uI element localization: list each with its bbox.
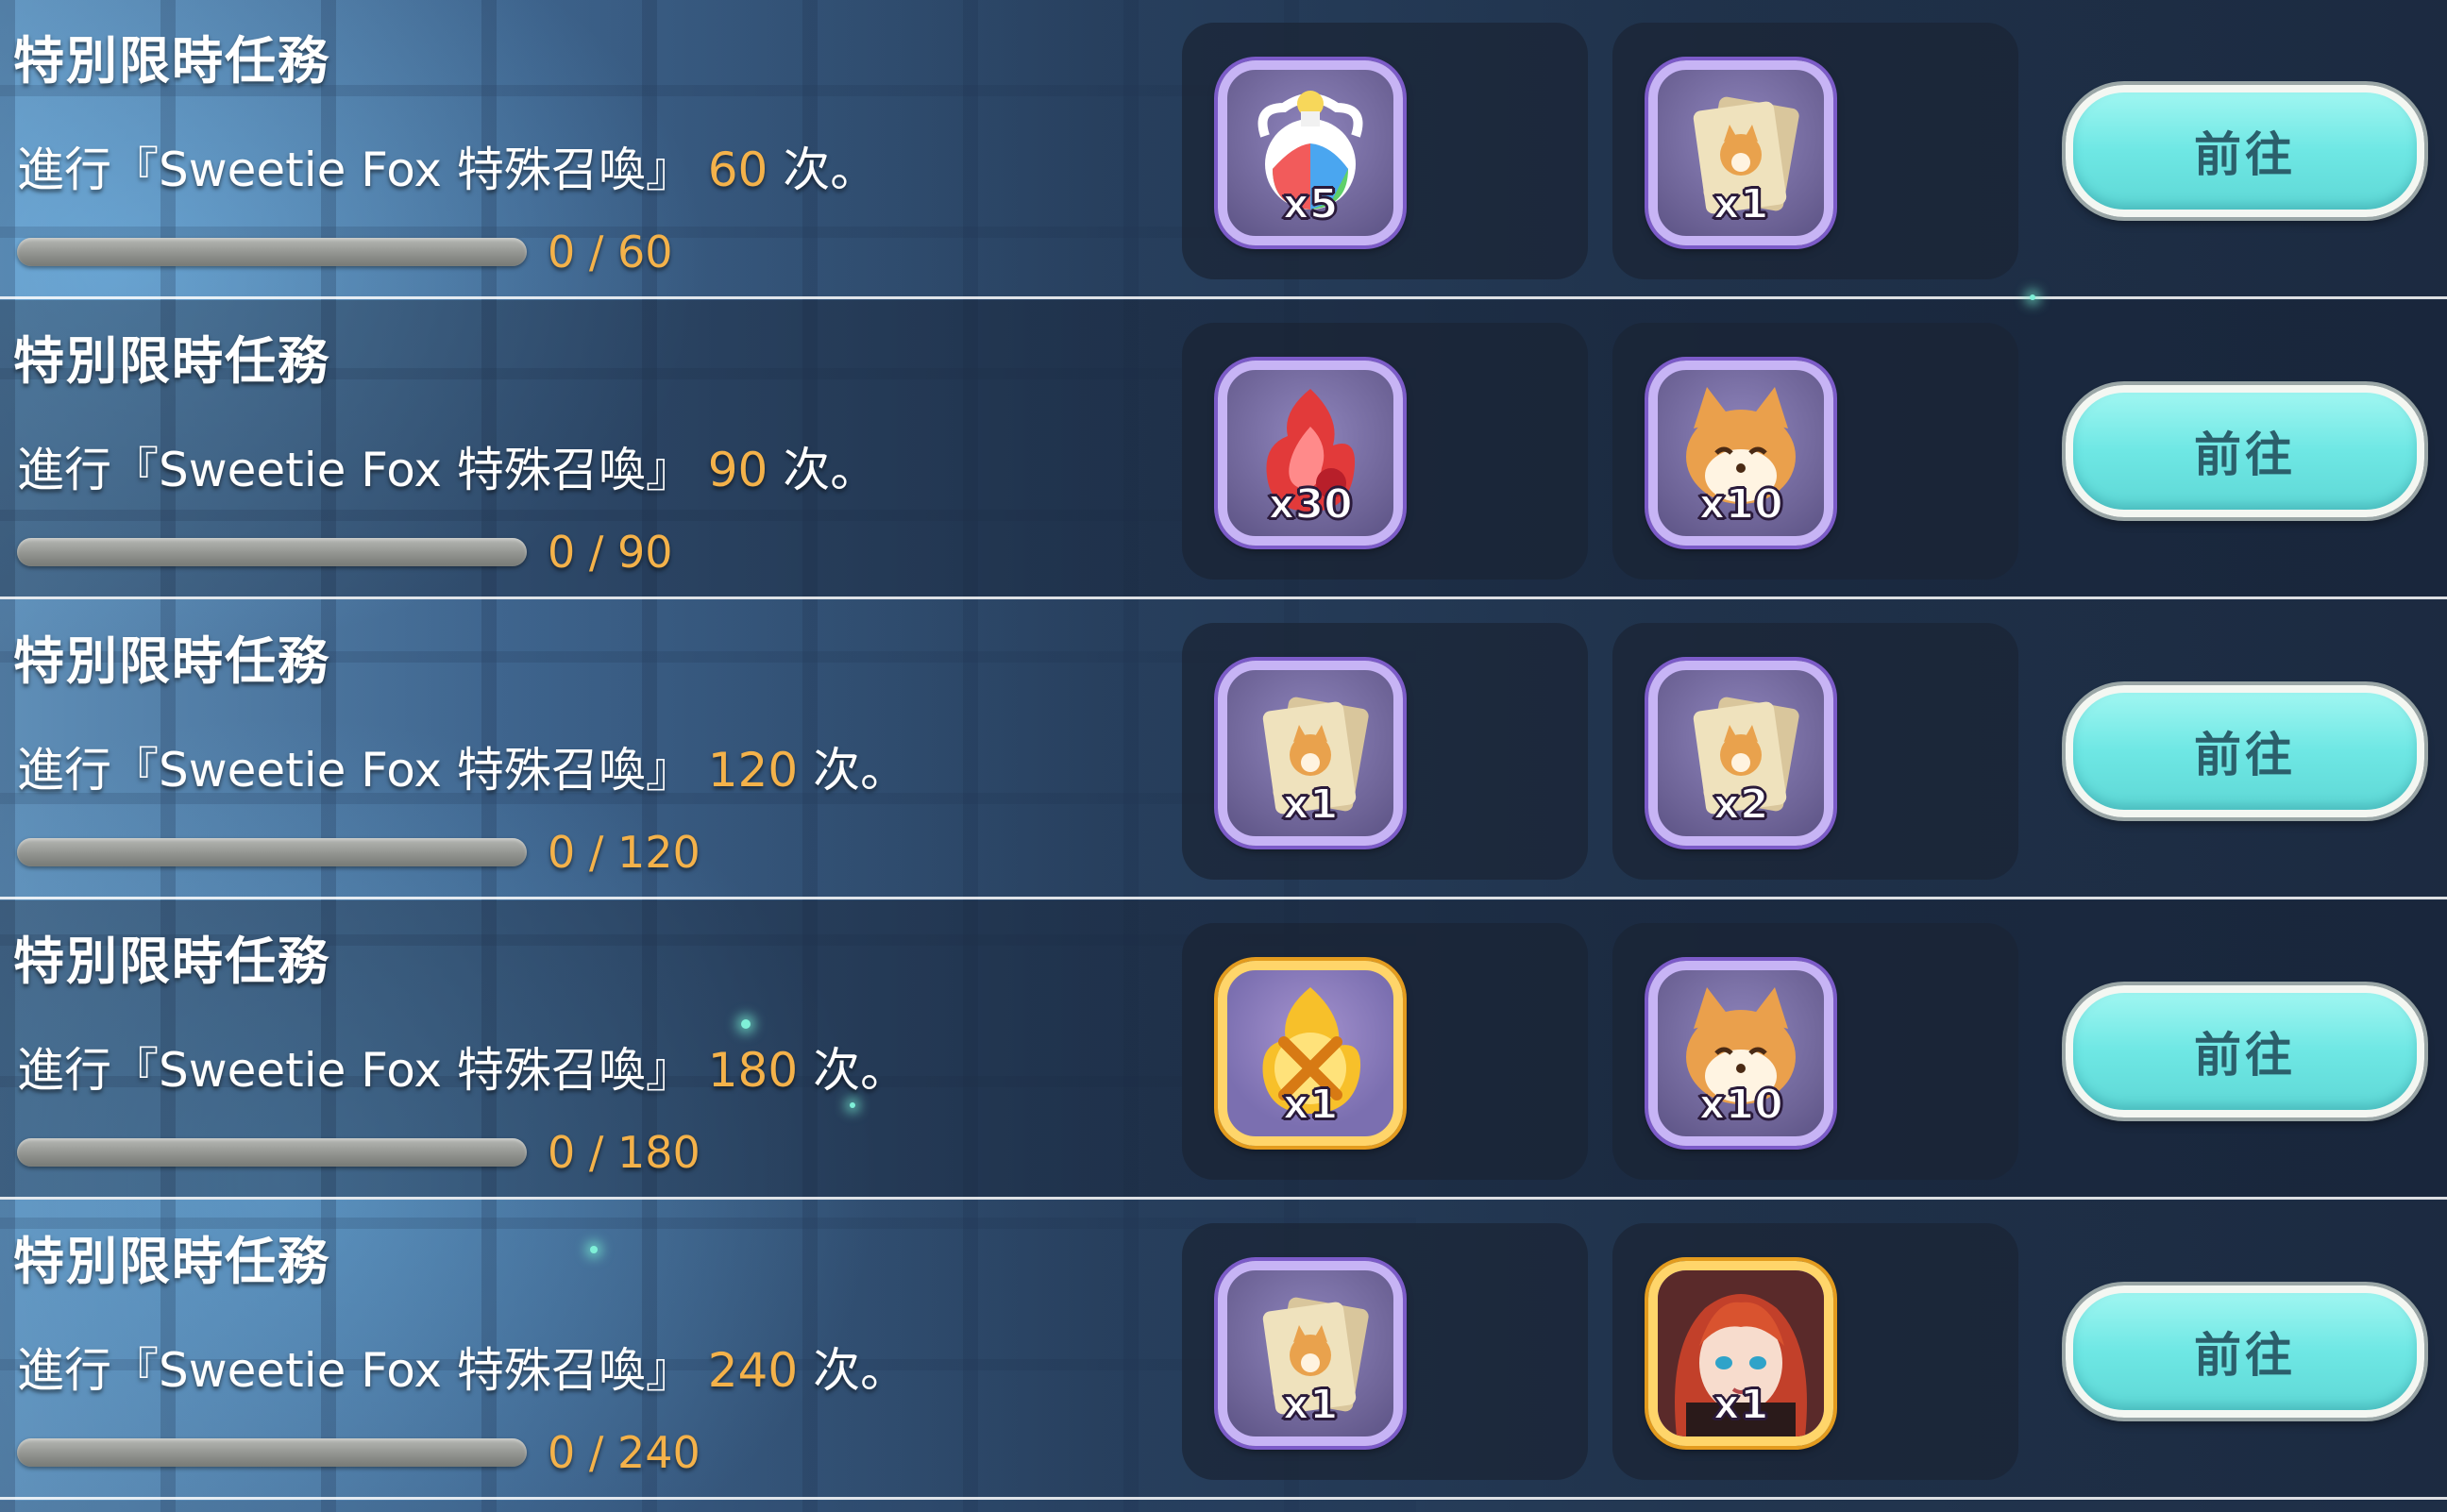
reward-slot-2: x1 — [1612, 23, 2018, 279]
reward-quantity: x1 — [1282, 1380, 1340, 1430]
mission-desc-suffix: 次。 — [813, 1043, 908, 1098]
sparkle-effect — [2030, 294, 2035, 300]
go-button[interactable]: 前往 — [2066, 385, 2424, 517]
mission-desc-text: 進行『Sweetie Fox 特殊召喚』 — [17, 143, 693, 197]
mission-description: 進行『Sweetie Fox 特殊召喚』 240 次。 — [17, 1333, 907, 1401]
progress-text: 0 / 180 — [548, 1127, 700, 1178]
reward-quantity: x1 — [1282, 780, 1340, 830]
reward-item[interactable]: x30 — [1218, 361, 1403, 546]
go-button-label: 前往 — [2194, 1328, 2296, 1383]
go-button-label: 前往 — [2194, 1028, 2296, 1083]
go-button[interactable]: 前往 — [2066, 85, 2424, 217]
reward-item[interactable]: x1 — [1218, 961, 1403, 1146]
mission-description: 進行『Sweetie Fox 特殊召喚』 60 次。 — [17, 132, 877, 200]
mission-row: 特別限時任務 進行『Sweetie Fox 特殊召喚』 180 次。 0 / 1… — [0, 900, 2447, 1200]
progress-bar — [17, 238, 527, 266]
reward-slot-2: x10 — [1612, 323, 2018, 580]
mission-title: 特別限時任務 — [13, 1232, 330, 1291]
progress-bar — [17, 1438, 527, 1467]
reward-slot-2: x2 — [1612, 623, 2018, 880]
row-divider — [0, 1497, 2447, 1500]
progress-text: 0 / 60 — [548, 227, 673, 277]
reward-slot-2: x10 — [1612, 923, 2018, 1180]
mission-desc-suffix: 次。 — [813, 1343, 908, 1398]
go-button[interactable]: 前往 — [2066, 1285, 2424, 1418]
mission-title: 特別限時任務 — [13, 631, 330, 691]
reward-slot-1: x30 — [1182, 323, 1588, 580]
reward-item[interactable]: x10 — [1648, 361, 1833, 546]
row-divider — [0, 296, 2447, 299]
mission-row: 特別限時任務 進行『Sweetie Fox 特殊召喚』 120 次。 0 / 1… — [0, 600, 2447, 899]
mission-desc-suffix: 次。 — [783, 143, 878, 197]
mission-target-count: 240 — [707, 1343, 799, 1398]
reward-slot-1: x1 — [1182, 1223, 1588, 1480]
go-button-label: 前往 — [2194, 127, 2296, 182]
mission-title: 特別限時任務 — [13, 31, 330, 91]
go-button[interactable]: 前往 — [2066, 685, 2424, 817]
reward-quantity: x1 — [1282, 1080, 1340, 1130]
mission-row: 特別限時任務 進行『Sweetie Fox 特殊召喚』 90 次。 0 / 90… — [0, 300, 2447, 599]
reward-item[interactable]: x1 — [1218, 661, 1403, 846]
reward-slot-1: x1 — [1182, 623, 1588, 880]
progress-bar — [17, 538, 527, 566]
progress-text: 0 / 120 — [548, 827, 700, 878]
mission-desc-text: 進行『Sweetie Fox 特殊召喚』 — [17, 1343, 693, 1398]
reward-item[interactable]: x10 — [1648, 961, 1833, 1146]
row-divider — [0, 1197, 2447, 1200]
progress-text: 0 / 240 — [548, 1427, 700, 1478]
sparkle-effect — [741, 1019, 751, 1029]
reward-quantity: x10 — [1697, 1080, 1784, 1130]
mission-description: 進行『Sweetie Fox 特殊召喚』 180 次。 — [17, 1033, 907, 1100]
mission-description: 進行『Sweetie Fox 特殊召喚』 120 次。 — [17, 732, 907, 800]
row-divider — [0, 596, 2447, 599]
mission-description: 進行『Sweetie Fox 特殊召喚』 90 次。 — [17, 432, 877, 500]
reward-item[interactable]: x1 — [1648, 1261, 1833, 1446]
reward-quantity: x1 — [1713, 179, 1770, 229]
reward-slot-1: x5 — [1182, 23, 1588, 279]
reward-slot-2: x1 — [1612, 1223, 2018, 1480]
mission-target-count: 60 — [707, 143, 768, 197]
go-button[interactable]: 前往 — [2066, 985, 2424, 1117]
reward-quantity: x30 — [1267, 479, 1354, 529]
progress-bar — [17, 1138, 527, 1167]
reward-item[interactable]: x2 — [1648, 661, 1833, 846]
progress-text: 0 / 90 — [548, 527, 673, 578]
mission-title: 特別限時任務 — [13, 331, 330, 391]
mission-desc-text: 進行『Sweetie Fox 特殊召喚』 — [17, 443, 693, 497]
mission-target-count: 120 — [707, 743, 799, 798]
mission-desc-text: 進行『Sweetie Fox 特殊召喚』 — [17, 743, 693, 798]
row-divider — [0, 897, 2447, 899]
sparkle-effect — [850, 1102, 855, 1108]
reward-slot-1: x1 — [1182, 923, 1588, 1180]
reward-quantity: x5 — [1282, 179, 1340, 229]
reward-quantity: x1 — [1713, 1380, 1770, 1430]
mission-target-count: 90 — [707, 443, 768, 497]
reward-quantity: x10 — [1697, 479, 1784, 529]
reward-item[interactable]: x1 — [1218, 1261, 1403, 1446]
sparkle-effect — [590, 1246, 598, 1253]
reward-item[interactable]: x5 — [1218, 60, 1403, 245]
mission-title: 特別限時任務 — [13, 932, 330, 991]
mission-desc-text: 進行『Sweetie Fox 特殊召喚』 — [17, 1043, 693, 1098]
mission-target-count: 180 — [707, 1043, 799, 1098]
mission-row: 特別限時任務 進行『Sweetie Fox 特殊召喚』 60 次。 0 / 60… — [0, 0, 2447, 299]
mission-desc-suffix: 次。 — [813, 743, 908, 798]
reward-item[interactable]: x1 — [1648, 60, 1833, 245]
progress-bar — [17, 838, 527, 866]
mission-desc-suffix: 次。 — [783, 443, 878, 497]
reward-quantity: x2 — [1713, 780, 1770, 830]
go-button-label: 前往 — [2194, 428, 2296, 482]
mission-row: 特別限時任務 進行『Sweetie Fox 特殊召喚』 240 次。 0 / 2… — [0, 1201, 2447, 1500]
go-button-label: 前往 — [2194, 728, 2296, 782]
